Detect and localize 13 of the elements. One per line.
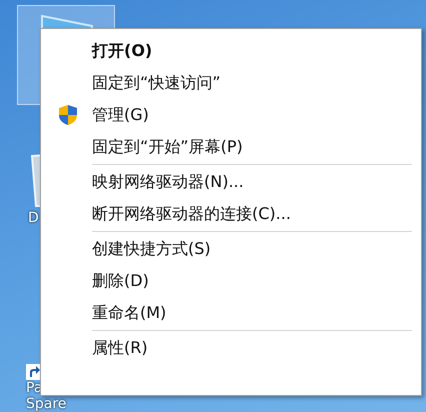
menu-item[interactable]: 断开网络驱动器的连接(C)... bbox=[92, 204, 291, 224]
menu-item[interactable]: 打开(O) bbox=[92, 40, 152, 62]
menu-item[interactable]: 创建快捷方式(S) bbox=[92, 238, 211, 260]
icon-label: D bbox=[28, 210, 39, 226]
menu-item[interactable]: 固定到“开始”屏幕(P) bbox=[92, 136, 243, 158]
icon-label: Spare bbox=[26, 396, 66, 412]
menu-item[interactable]: 管理(G) bbox=[92, 104, 149, 126]
menu-item[interactable]: 重命名(M) bbox=[92, 302, 166, 324]
menu-item[interactable]: 固定到“快速访问” bbox=[92, 72, 221, 94]
menu-item[interactable]: 属性(R) bbox=[92, 338, 148, 358]
menu-item[interactable]: 映射网络驱动器(N)... bbox=[92, 172, 244, 192]
menu-item[interactable]: 删除(D) bbox=[92, 270, 149, 292]
icon-label: Pa bbox=[26, 380, 42, 396]
